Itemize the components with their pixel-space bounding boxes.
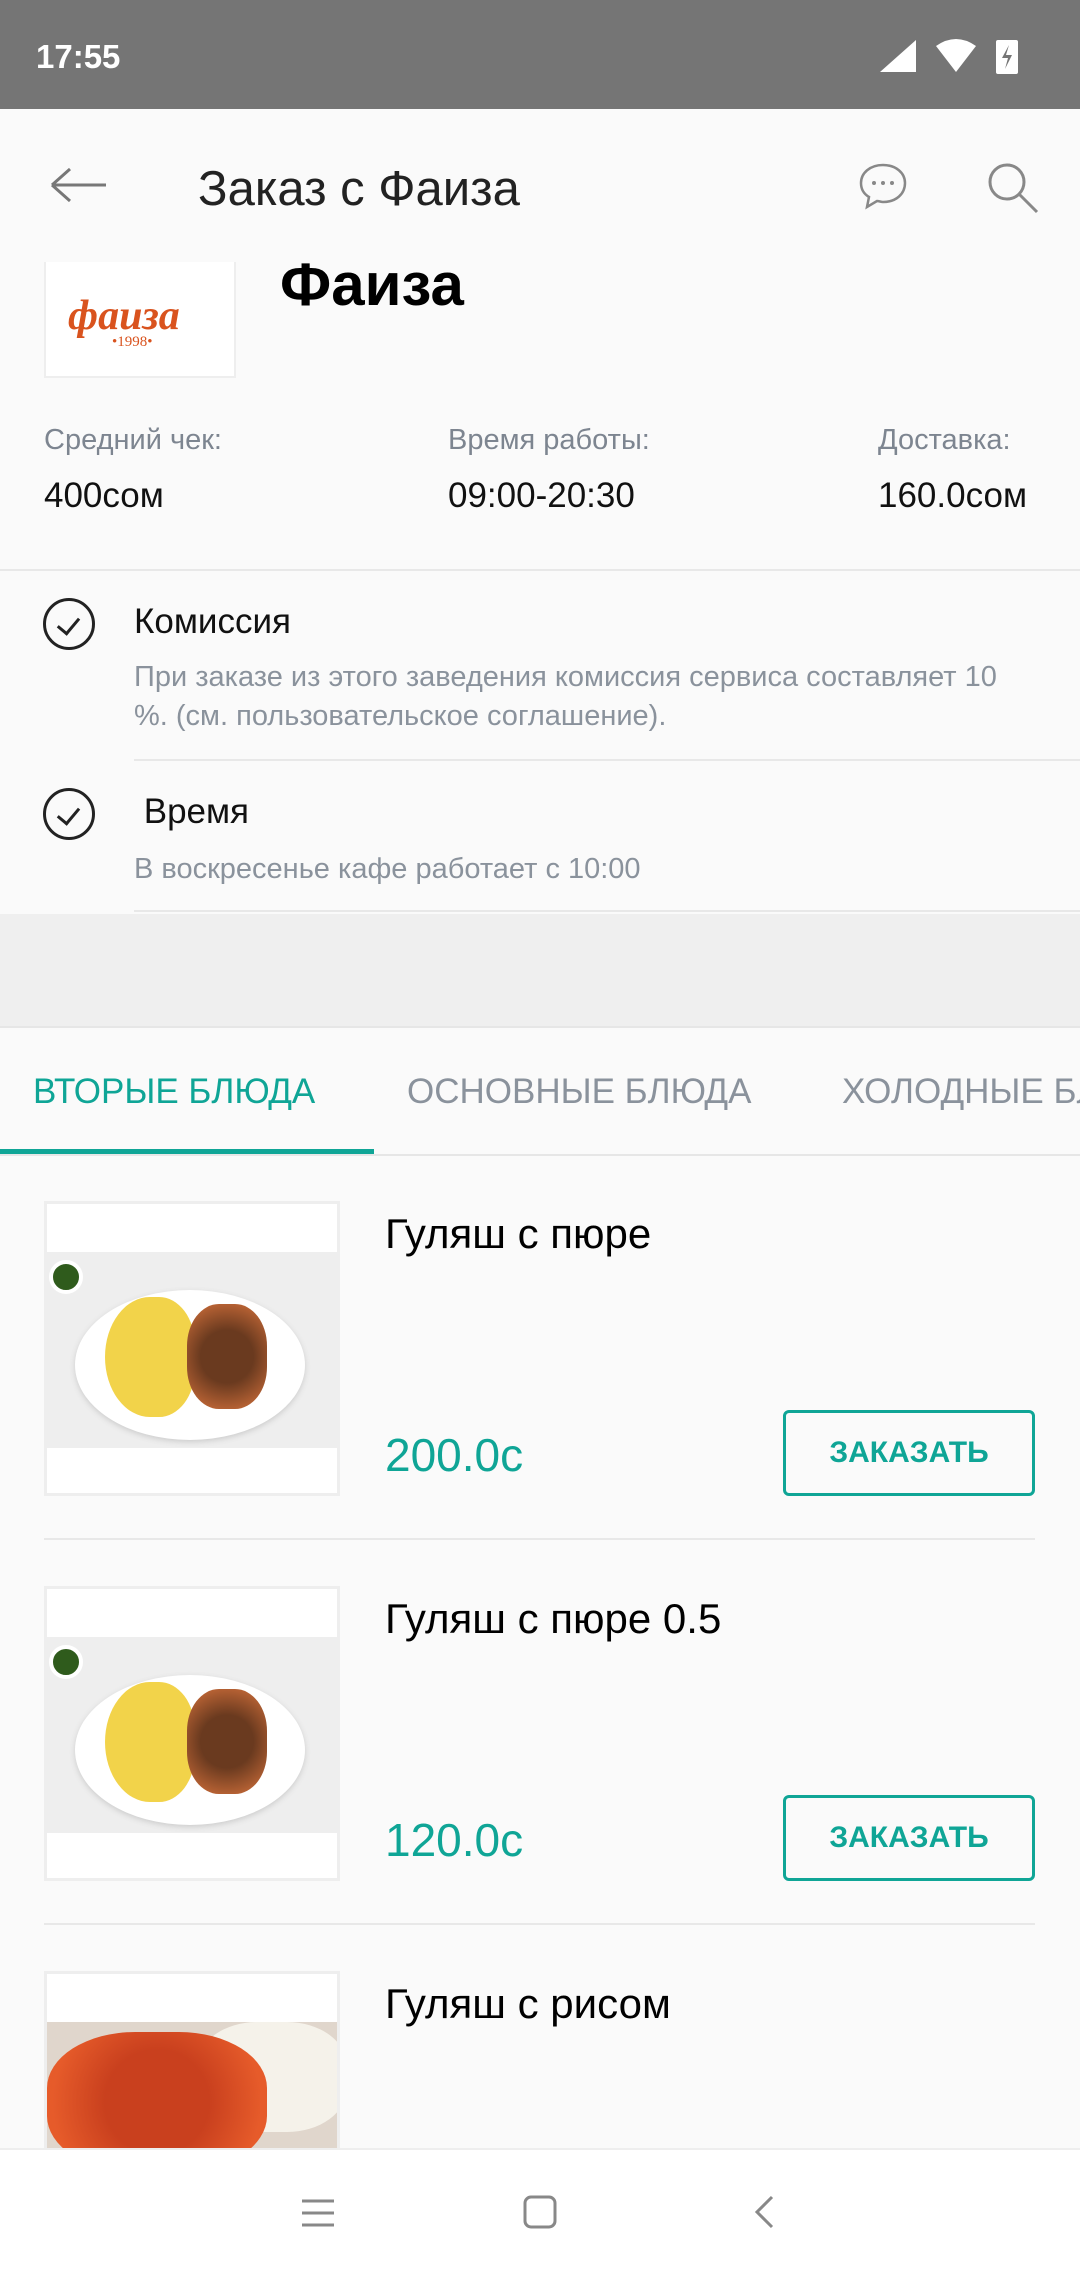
hours-value: 09:00-20:30 [448,476,635,515]
search-icon[interactable] [986,161,1040,215]
avg-check-label: Средний чек: [44,424,222,456]
page-title: Заказ с Фаиза [198,162,520,216]
dish-price: 200.0с [385,1429,524,1481]
logo-year: •1998• [112,334,153,350]
system-nav-bar [0,2148,1080,2280]
spacer-band [0,914,1080,1026]
tab-cold-dishes[interactable]: ХОЛОДНЫЕ БЛЮДА [842,1072,1080,1112]
divider [0,569,1080,571]
back-icon[interactable] [752,2194,776,2230]
tab-main-courses[interactable]: ОСНОВНЫЕ БЛЮДА [407,1072,751,1112]
tab-second-courses[interactable]: ВТОРЫЕ БЛЮДА [33,1072,315,1112]
divider [134,759,1080,761]
menu-icon[interactable] [300,2198,336,2228]
avg-check-value: 400сом [44,476,164,515]
back-arrow-icon[interactable] [48,165,108,205]
notice-desc: В воскресенье кафе работает с 10:00 [134,853,641,885]
dish-price: 120.0с [385,1814,524,1866]
dish-name: Гуляш с пюре [385,1210,652,1257]
notice-title: Время [134,792,250,831]
wifi-icon [936,39,976,72]
notice-title: Комиссия [134,602,291,641]
chat-icon[interactable] [858,161,908,211]
restaurant-name: Фаиза [280,251,464,318]
status-icons [880,39,1018,74]
restaurant-logo: фаиза •1998• [44,262,236,378]
dish-image[interactable] [44,1586,340,1881]
order-button[interactable]: ЗАКАЗАТЬ [783,1795,1035,1881]
hours-label: Время работы: [448,424,650,456]
divider [134,910,1080,912]
signal-icon [880,40,916,72]
notice-desc: При заказе из этого заведения комиссия с… [134,661,997,732]
dish-image[interactable] [44,1201,340,1496]
logo-text: фаиза [68,293,180,339]
check-circle-icon [43,598,95,650]
delivery-value: 160.0сом [878,476,1028,515]
status-bar: 17:55 [0,0,1080,109]
dish-name: Гуляш с рисом [385,1980,671,2027]
home-icon[interactable] [522,2194,558,2230]
order-button[interactable]: ЗАКАЗАТЬ [783,1410,1035,1496]
check-circle-icon [43,788,95,840]
dish-name: Гуляш с пюре 0.5 [385,1595,722,1642]
tab-indicator [0,1149,374,1154]
category-tabs: ВТОРЫЕ БЛЮДА ОСНОВНЫЕ БЛЮДА ХОЛОДНЫЕ БЛЮ… [0,1026,1080,1156]
status-time: 17:55 [36,38,121,75]
delivery-label: Доставка: [878,424,1011,456]
divider [44,1538,1035,1540]
divider [44,1923,1035,1925]
battery-icon [996,40,1018,74]
app-bar: Заказ с Фаиза [0,109,1080,262]
